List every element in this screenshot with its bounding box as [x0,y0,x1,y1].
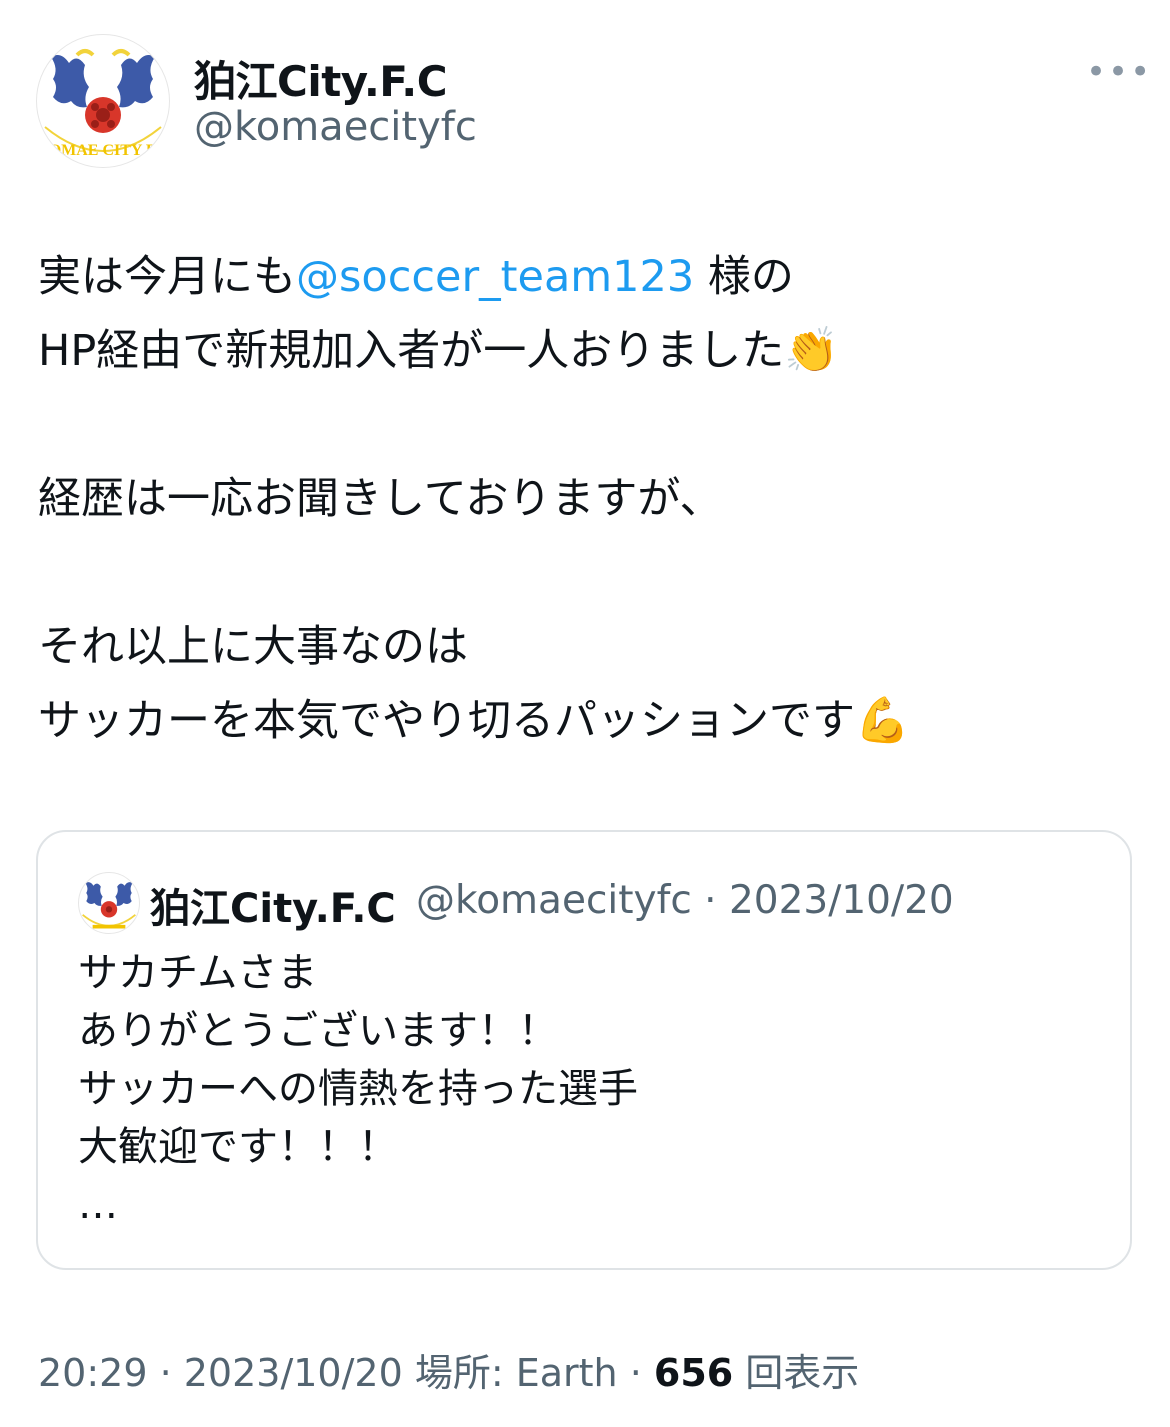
tweet-text-segment: HP経由で新規加入者が一人おりました [38,326,785,376]
flexed-biceps-icon: 💪 [855,695,910,746]
tweet-text: 実は今月にも@soccer_team123 様の HP経由で新規加入者が一人おり… [38,240,1138,758]
mention-link[interactable]: @soccer_team123 [296,252,694,302]
quoted-line: ありがとうございます！！ [78,1008,558,1054]
svg-text:KOMAE CITY F.C: KOMAE CITY F.C [37,142,169,159]
tweet-line-5: サッカーを本気でやり切るパッションです💪 [38,684,1138,758]
tweet-text-segment: 実は今月にも [38,252,296,302]
tweet-text-segment: 様の [694,252,794,302]
quoted-display-name: 狛江City.F.C [150,886,396,932]
quoted-ellipsis: … [78,1182,118,1228]
user-handle[interactable]: @komaecityfc [194,104,477,150]
club-crest-icon [78,872,140,934]
tweet-text-segment: サッカーを本気でやり切るパッションです [38,696,855,746]
quoted-tweet[interactable]: 狛江City.F.C @komaecityfc · 2023/10/20 サカチ… [36,830,1132,1270]
more-options-icon[interactable]: ••• [1086,52,1166,92]
tweet-line-2: HP経由で新規加入者が一人おりました👏 [38,314,1138,388]
quoted-line: 大歓迎です！！！ [78,1124,398,1170]
timestamp-location[interactable]: 20:29 · 2023/10/20 場所: Earth · [38,1351,654,1395]
clapping-hands-icon: 👏 [784,325,840,376]
quoted-line: サッカーへの情熱を持った選手 [78,1066,638,1112]
tweet-line-1: 実は今月にも@soccer_team123 様の [38,240,1138,314]
club-crest-icon[interactable]: KOMAE CITY F.C [36,34,170,168]
views-label: 回表示 [733,1351,860,1395]
tweet-line-4: それ以上に大事なのは [38,622,468,672]
quoted-handle-date: @komaecityfc · 2023/10/20 [416,878,954,923]
display-name[interactable]: 狛江City.F.C [194,48,448,109]
tweet-line-3: 経歴は一応お聞きしておりますが、 [38,474,723,524]
tweet-header: KOMAE CITY F.C 狛江City.F.C @komaecityfc •… [36,34,1150,168]
quoted-text: サカチムさま ありがとうございます！！ サッカーへの情熱を持った選手 大歓迎です… [78,944,1078,1234]
tweet-metadata: 20:29 · 2023/10/20 場所: Earth · 656 回表示 [38,1342,859,1397]
view-count: 656 [653,1351,734,1395]
quoted-line: サカチムさま [78,950,318,996]
